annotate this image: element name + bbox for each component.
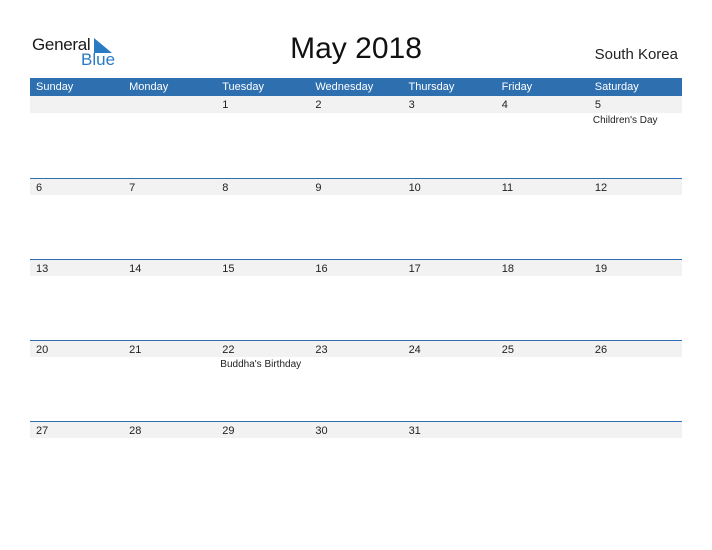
- day-cell: 20: [30, 340, 123, 421]
- holiday-label: Children's Day: [592, 115, 658, 126]
- weekday-header-row: Sunday Monday Tuesday Wednesday Thursday…: [30, 78, 682, 96]
- day-cell: 27: [30, 421, 123, 502]
- day-cell: 16: [309, 259, 402, 340]
- day-number: 8: [222, 182, 229, 194]
- weekday-saturday: Saturday: [594, 81, 639, 93]
- week-row: 6 7 8 9 10 11 12: [30, 178, 682, 259]
- weekday-monday: Monday: [129, 81, 169, 93]
- day-cell: 2: [309, 96, 402, 177]
- day-cell: 13: [30, 259, 123, 340]
- weekday-sunday: Sunday: [36, 81, 74, 93]
- day-cell: 28: [123, 421, 216, 502]
- day-number: 26: [594, 344, 608, 356]
- day-number: 13: [36, 263, 49, 275]
- week-row: 13 14 15 16 17 18 19: [30, 259, 682, 340]
- holiday-label: Buddha's Birthday: [220, 359, 302, 370]
- day-number: 21: [129, 344, 142, 356]
- day-cell: 6: [30, 178, 123, 259]
- day-number: 23: [315, 344, 328, 356]
- day-number: 3: [408, 99, 415, 111]
- week-row: 1 2 3 4 5 Children's Day: [30, 96, 682, 177]
- day-number: 12: [594, 182, 608, 194]
- day-cell: 11: [496, 178, 589, 259]
- day-cell: 30: [309, 421, 402, 502]
- day-cell: 7: [123, 178, 216, 259]
- day-number: 31: [408, 425, 421, 437]
- day-cell: 10: [403, 178, 496, 259]
- day-number: 2: [315, 99, 322, 111]
- weekday-thursday: Thursday: [408, 81, 455, 93]
- day-number: 15: [222, 263, 235, 275]
- weekday-wednesday: Wednesday: [315, 81, 374, 93]
- day-number: 24: [408, 344, 421, 356]
- day-cell: 25: [496, 340, 589, 421]
- day-number: 18: [501, 263, 514, 275]
- day-cell: [496, 421, 589, 502]
- day-number: 28: [129, 425, 142, 437]
- day-number: 27: [36, 425, 49, 437]
- day-cell: 31: [403, 421, 496, 502]
- country-label: South Korea: [594, 46, 678, 63]
- day-cell: 17: [403, 259, 496, 340]
- day-number: 6: [36, 182, 43, 194]
- day-number: 20: [36, 344, 49, 356]
- day-cell: 14: [123, 259, 216, 340]
- day-cell: 15: [216, 259, 309, 340]
- day-number: 1: [222, 99, 229, 111]
- day-cell: 22 Buddha's Birthday: [216, 340, 309, 421]
- day-cell: 5 Children's Day: [589, 96, 682, 177]
- week-row: 27 28 29 30 31: [30, 421, 682, 502]
- day-number: 14: [129, 263, 142, 275]
- day-number: 22: [222, 344, 235, 356]
- day-cell: 3: [403, 96, 496, 177]
- day-cell: 9: [309, 178, 402, 259]
- day-number: 9: [315, 182, 322, 194]
- day-cell: 12: [589, 178, 682, 259]
- day-cell: 18: [496, 259, 589, 340]
- day-cell: [123, 96, 216, 177]
- day-cell: 8: [216, 178, 309, 259]
- day-number: 25: [501, 344, 514, 356]
- week-row: 20 21 22 Buddha's Birthday 23 24 25 26: [30, 340, 682, 421]
- day-cell: 19: [589, 259, 682, 340]
- day-number: 11: [501, 182, 514, 194]
- weekday-tuesday: Tuesday: [222, 81, 265, 93]
- day-cell: [30, 96, 123, 177]
- day-number: 29: [222, 425, 235, 437]
- day-number: 5: [594, 99, 601, 111]
- day-number: 16: [315, 263, 328, 275]
- day-cell: [589, 421, 682, 502]
- day-cell: 4: [496, 96, 589, 177]
- day-cell: 26: [589, 340, 682, 421]
- day-number: 10: [408, 182, 421, 194]
- weekday-friday: Friday: [501, 81, 533, 93]
- day-number: 30: [315, 425, 328, 437]
- day-cell: 29: [216, 421, 309, 502]
- day-cell: 21: [123, 340, 216, 421]
- day-number: 7: [129, 182, 136, 194]
- day-cell: 24: [403, 340, 496, 421]
- day-cell: 23: [309, 340, 402, 421]
- day-number: 4: [501, 99, 508, 111]
- day-cell: 1: [216, 96, 309, 177]
- day-number: 19: [594, 263, 608, 275]
- day-number: 17: [408, 263, 421, 275]
